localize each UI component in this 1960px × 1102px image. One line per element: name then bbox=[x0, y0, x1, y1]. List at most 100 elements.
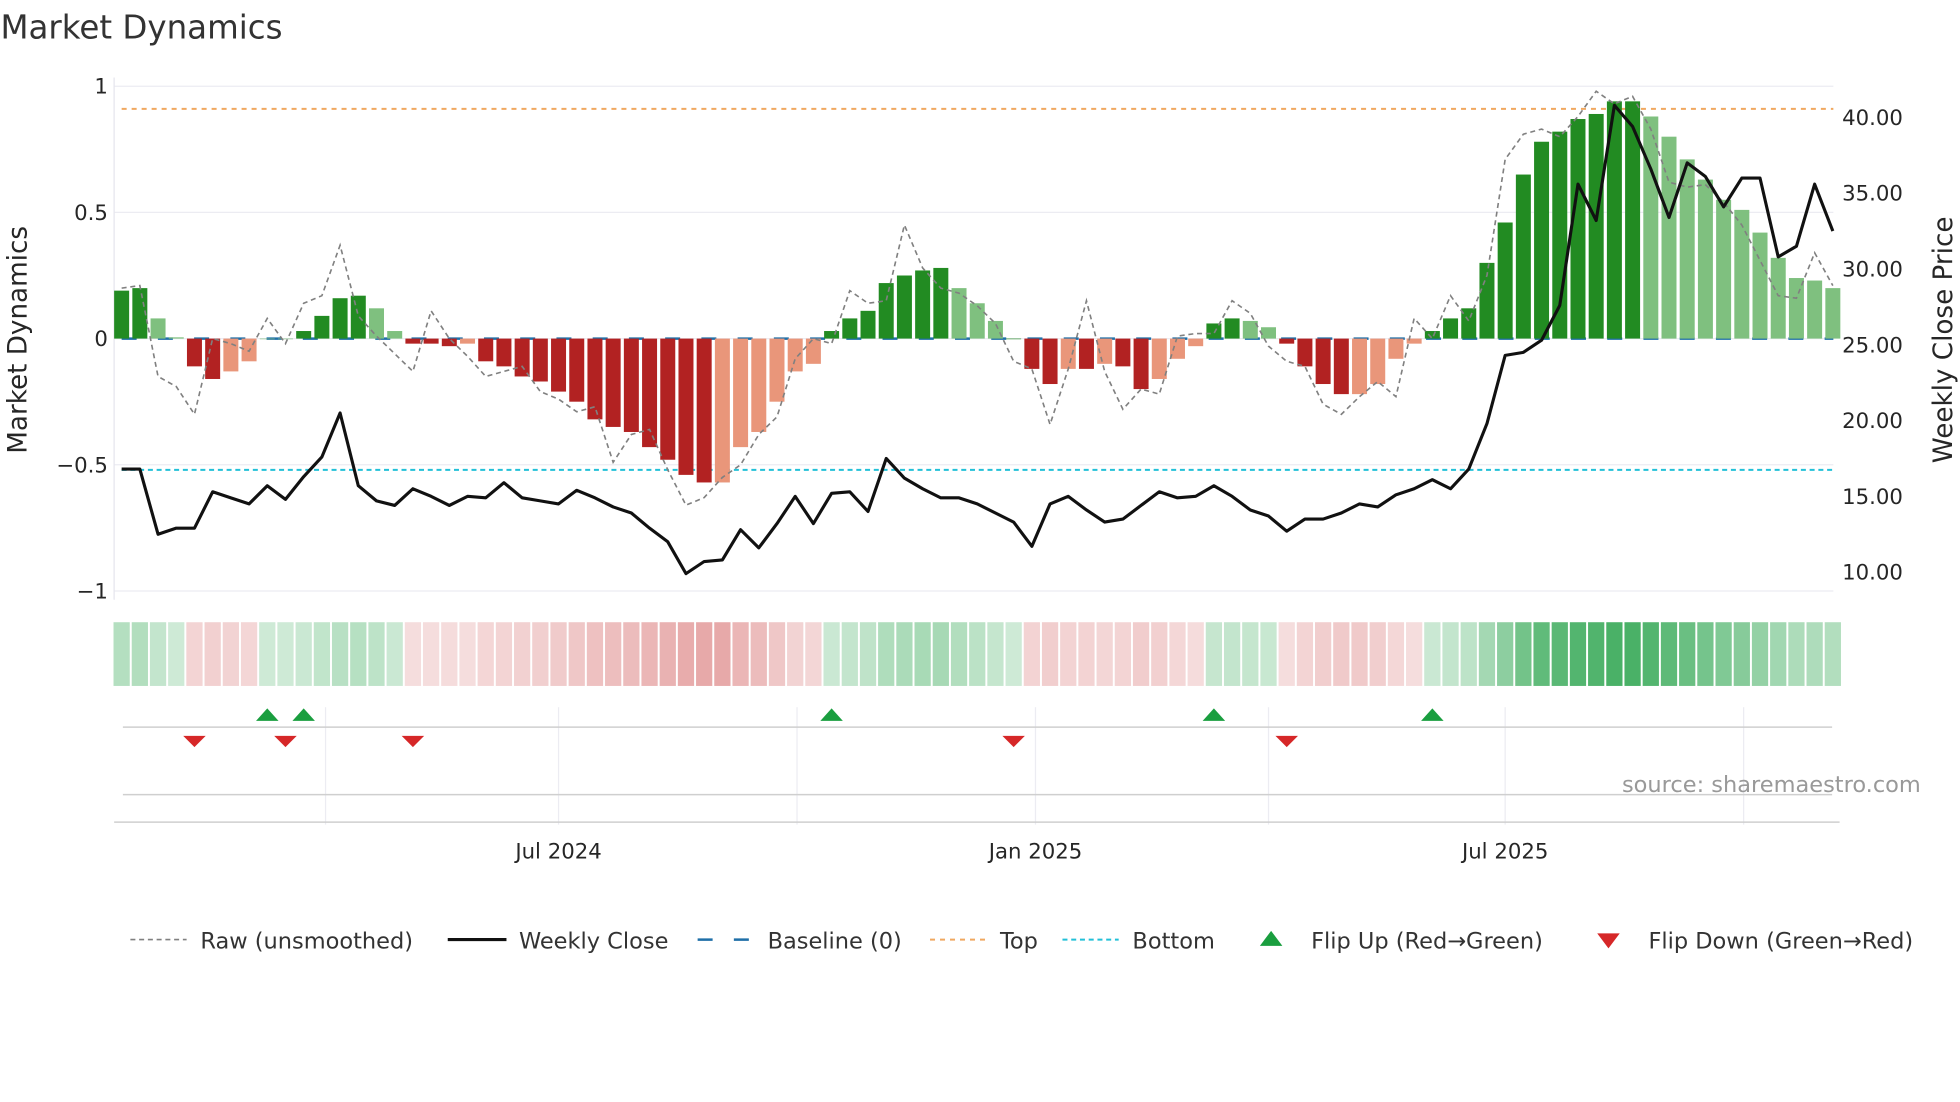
legend-label: Top bbox=[999, 928, 1038, 954]
heat-cell bbox=[950, 622, 968, 686]
bar bbox=[259, 338, 275, 340]
y2-axis-ticks: 40.00 35.00 30.00 25.00 20.00 15.00 10.00 bbox=[1842, 106, 1903, 586]
heat-cell bbox=[1824, 622, 1841, 686]
heat-cell bbox=[1205, 622, 1223, 686]
bar bbox=[1661, 136, 1677, 339]
heat-cell bbox=[896, 622, 913, 686]
heat-cell bbox=[787, 622, 804, 686]
heat-cell bbox=[987, 622, 1004, 686]
bar bbox=[678, 338, 694, 475]
bar bbox=[623, 338, 639, 432]
bar bbox=[551, 338, 567, 392]
bar bbox=[1279, 338, 1295, 344]
heat-cell bbox=[1114, 622, 1131, 686]
source-text: source: sharemaestro.com bbox=[1622, 772, 1921, 798]
heat-cell bbox=[1478, 622, 1496, 686]
bar bbox=[496, 338, 512, 367]
bar bbox=[1388, 338, 1404, 359]
bar bbox=[1716, 199, 1732, 339]
flip-markers bbox=[114, 707, 1840, 825]
bar bbox=[660, 338, 676, 460]
bar bbox=[1169, 338, 1185, 359]
heat-cell bbox=[1078, 622, 1095, 686]
heat-cell bbox=[1588, 622, 1605, 686]
bar bbox=[1643, 116, 1659, 339]
bar bbox=[1133, 338, 1149, 390]
bar bbox=[842, 318, 858, 339]
heat-cell bbox=[204, 622, 221, 686]
y2-tick-label: 40.00 bbox=[1842, 106, 1903, 131]
heat-cell bbox=[350, 622, 367, 686]
bar bbox=[296, 331, 312, 339]
flip-up-marker bbox=[820, 708, 843, 721]
heat-cell bbox=[441, 622, 458, 686]
heat-cell bbox=[259, 622, 276, 686]
y2-tick-label: 30.00 bbox=[1842, 257, 1903, 282]
bar bbox=[150, 318, 166, 339]
bar bbox=[787, 338, 803, 372]
bar bbox=[969, 303, 985, 339]
heat-cell bbox=[859, 622, 877, 686]
bar bbox=[1515, 174, 1531, 339]
heat-cell bbox=[313, 622, 331, 686]
heat-cell bbox=[495, 622, 513, 686]
heat-cell bbox=[1296, 622, 1314, 686]
bar bbox=[1825, 288, 1841, 339]
bar bbox=[1042, 338, 1058, 385]
heat-cell bbox=[222, 622, 239, 686]
y-tick-label: 0.5 bbox=[74, 201, 108, 226]
bar bbox=[896, 275, 912, 339]
x-tick-label: Jan 2025 bbox=[987, 839, 1083, 864]
heat-cell bbox=[1151, 622, 1168, 686]
bar bbox=[478, 338, 494, 362]
heat-cell bbox=[823, 622, 840, 686]
bar bbox=[714, 338, 730, 483]
heat-cell bbox=[149, 622, 167, 686]
bar bbox=[423, 338, 439, 344]
heat-strip bbox=[113, 622, 1841, 686]
bar bbox=[223, 338, 239, 372]
y2-tick-label: 25.00 bbox=[1842, 333, 1903, 358]
y-tick-label: −0.5 bbox=[56, 453, 108, 478]
heat-cell bbox=[1660, 622, 1678, 686]
flip-down-marker bbox=[401, 735, 425, 748]
heat-cell bbox=[1624, 622, 1641, 686]
x-axis-ticks: Jul 2024 Jan 2025 Jul 2025 bbox=[513, 839, 1548, 864]
heat-cell bbox=[386, 622, 403, 686]
flip-up-marker bbox=[1421, 708, 1444, 721]
bar bbox=[1224, 318, 1240, 339]
heat-cell bbox=[1679, 622, 1696, 686]
legend-label: Flip Up (Red→Green) bbox=[1311, 928, 1543, 954]
y2-tick-label: 10.00 bbox=[1842, 561, 1903, 586]
heat-cell bbox=[1169, 622, 1186, 686]
y-axis-ticks: 1 0.5 0 −0.5 −1 bbox=[56, 75, 108, 605]
heat-cell bbox=[1333, 622, 1350, 686]
x-tick-label: Jul 2024 bbox=[513, 839, 601, 864]
heat-cell bbox=[1606, 622, 1623, 686]
heat-cell bbox=[841, 622, 858, 686]
legend-label: Baseline (0) bbox=[768, 928, 902, 954]
bar bbox=[1534, 141, 1550, 339]
heat-cell bbox=[113, 622, 130, 686]
bar bbox=[733, 338, 749, 448]
flip-down-marker bbox=[274, 735, 297, 748]
x-tick-label: Jul 2025 bbox=[1460, 839, 1548, 864]
legend-label: Raw (unsmoothed) bbox=[200, 928, 413, 954]
heat-cell bbox=[1223, 622, 1241, 686]
heat-cell bbox=[914, 622, 931, 686]
bar bbox=[277, 338, 293, 340]
bar bbox=[1807, 280, 1823, 339]
heat-cell bbox=[605, 622, 622, 686]
bar bbox=[332, 298, 348, 339]
heat-cell bbox=[1533, 622, 1550, 686]
heat-cell bbox=[1515, 622, 1532, 686]
heat-cell bbox=[1023, 622, 1040, 686]
bar bbox=[1697, 179, 1713, 339]
bar bbox=[314, 315, 330, 339]
bar bbox=[168, 337, 184, 339]
flip-down-marker bbox=[183, 735, 206, 748]
heat-cell bbox=[1351, 622, 1368, 686]
heat-cell bbox=[1715, 622, 1732, 686]
heat-cell bbox=[422, 622, 440, 686]
y-tick-label: −1 bbox=[77, 579, 108, 604]
